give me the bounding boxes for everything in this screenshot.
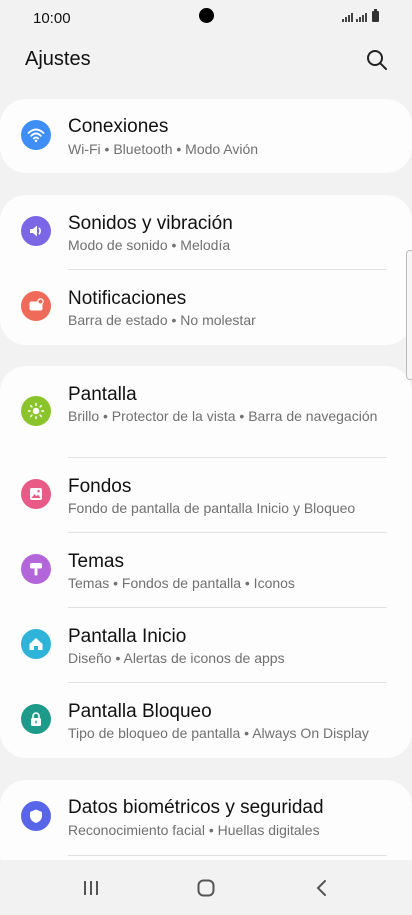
settings-item-title: Datos biométricos y seguridad — [68, 797, 324, 818]
settings-item-title: Sonidos y vibración — [68, 213, 233, 234]
settings-item-title: Pantalla Bloqueo — [68, 701, 212, 722]
settings-item-pantalla-bloqueo[interactable]: Pantalla Bloqueo Tipo de bloqueo de pant… — [0, 683, 412, 758]
battery-icon — [372, 9, 379, 22]
settings-item-title: Temas — [68, 551, 124, 572]
settings-item-subtitle: Diseño • Alertas de iconos de apps — [68, 650, 285, 666]
settings-card-display: Pantalla Brillo • Protector de la vista … — [0, 366, 412, 758]
settings-item-subtitle: Tipo de bloqueo de pantalla • Always On … — [68, 725, 369, 741]
settings-item-subtitle: Temas • Fondos de pantalla • Iconos — [68, 575, 295, 591]
navigation-bar — [0, 860, 412, 915]
settings-item-title: Pantalla — [68, 384, 137, 405]
status-bar: 10:00 — [0, 0, 412, 36]
signal-icon — [342, 13, 353, 22]
settings-item-notificaciones[interactable]: Notificaciones Barra de estado • No mole… — [0, 270, 412, 345]
signal-icon — [356, 13, 367, 22]
settings-item-title: Notificaciones — [68, 288, 187, 309]
camera-cutout — [199, 8, 214, 23]
home-icon — [21, 629, 51, 659]
settings-item-subtitle: Barra de estado • No molestar — [68, 312, 256, 328]
settings-item-title: Pantalla Inicio — [68, 626, 187, 647]
lock-icon — [21, 704, 51, 734]
page-title: Ajustes — [25, 48, 91, 70]
shield-icon — [21, 801, 51, 831]
settings-item-subtitle: Modo de sonido • Melodía — [68, 237, 231, 253]
settings-item-temas[interactable]: Temas Temas • Fondos de pantalla • Icono… — [0, 533, 412, 608]
divider — [68, 855, 387, 856]
brightness-icon — [21, 396, 51, 426]
back-icon — [317, 880, 326, 896]
settings-item-subtitle: Fondo de pantalla de pantalla Inicio y B… — [68, 500, 356, 516]
search-button[interactable] — [362, 45, 392, 75]
home-button-icon — [197, 879, 215, 897]
settings-item-title: Conexiones — [68, 116, 169, 137]
settings-item-subtitle: Brillo • Protector de la vista • Barra d… — [68, 408, 378, 424]
settings-item-pantalla-inicio[interactable]: Pantalla Inicio Diseño • Alertas de icon… — [0, 608, 412, 683]
search-icon — [367, 50, 387, 70]
settings-item-subtitle: Wi-Fi • Bluetooth • Modo Avión — [68, 141, 259, 157]
notification-icon — [21, 291, 51, 321]
home-button[interactable] — [186, 870, 226, 906]
settings-card-connections: Conexiones Wi-Fi • Bluetooth • Modo Avió… — [0, 99, 412, 173]
settings-item-pantalla[interactable]: Pantalla Brillo • Protector de la vista … — [0, 366, 412, 458]
settings-item-conexiones[interactable]: Conexiones Wi-Fi • Bluetooth • Modo Avió… — [0, 99, 412, 173]
settings-item-biometricos[interactable]: Datos biométricos y seguridad Reconocimi… — [0, 780, 412, 855]
recents-button[interactable] — [71, 870, 111, 906]
wallpaper-icon — [21, 479, 51, 509]
settings-item-title: Fondos — [68, 476, 132, 497]
settings-item-sonidos[interactable]: Sonidos y vibración Modo de sonido • Mel… — [0, 195, 412, 270]
settings-item-fondos[interactable]: Fondos Fondo de pantalla de pantalla Ini… — [0, 458, 412, 533]
status-icons — [342, 9, 379, 22]
settings-card-sound: Sonidos y vibración Modo de sonido • Mel… — [0, 195, 412, 345]
status-time: 10:00 — [33, 10, 71, 27]
recents-icon — [84, 881, 98, 895]
app-header: Ajustes — [0, 36, 412, 92]
themes-icon — [21, 554, 51, 584]
sound-icon — [21, 216, 51, 246]
back-button[interactable] — [302, 870, 342, 906]
scrollbar[interactable] — [406, 250, 412, 380]
wifi-icon — [21, 120, 51, 150]
settings-item-subtitle: Reconocimiento facial • Huellas digitale… — [68, 822, 320, 838]
